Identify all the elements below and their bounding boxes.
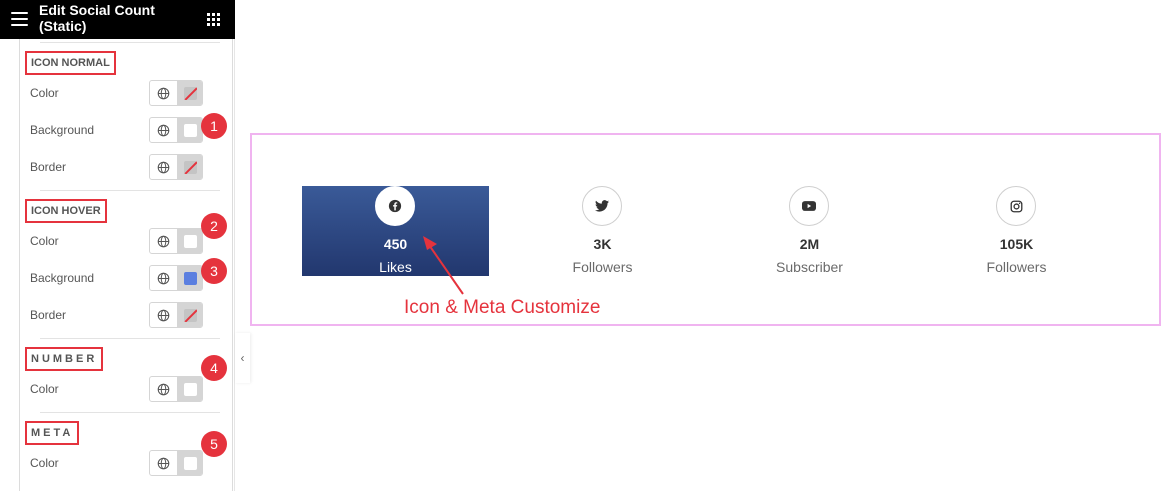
color-picker-button[interactable] — [177, 266, 202, 290]
color-picker-button[interactable] — [177, 229, 202, 253]
twitter-icon[interactable] — [582, 186, 622, 226]
section-title-icon-hover[interactable]: ICON HOVER — [25, 199, 107, 223]
step-badge: 1 — [201, 113, 227, 139]
step-badge: 5 — [201, 431, 227, 457]
hamburger-menu-icon[interactable] — [11, 12, 28, 26]
count-number: 2M — [799, 236, 820, 252]
color-picker-button[interactable] — [177, 118, 202, 142]
color-picker-button[interactable] — [177, 155, 202, 179]
instagram-icon[interactable] — [996, 186, 1036, 226]
meta-color-control[interactable] — [149, 450, 203, 476]
white-swatch — [183, 456, 197, 470]
section-title-number[interactable]: NUMBER — [25, 347, 104, 371]
color-picker-button[interactable] — [177, 451, 202, 475]
control-label: Color — [30, 234, 59, 248]
empty-swatch-icon — [183, 86, 197, 100]
section-title-icon-normal[interactable]: ICON NORMAL — [25, 51, 116, 75]
count-meta: Subscriber — [776, 259, 843, 275]
youtube-icon[interactable] — [789, 186, 829, 226]
count-meta: Followers — [986, 259, 1047, 275]
globe-icon[interactable] — [150, 118, 177, 142]
step-badge: 3 — [201, 258, 227, 284]
number-color-control[interactable] — [149, 376, 203, 402]
icon-hover-background-control[interactable] — [149, 265, 203, 291]
color-picker-button[interactable] — [177, 377, 202, 401]
step-badge: 4 — [201, 355, 227, 381]
empty-swatch-icon — [183, 308, 197, 322]
annotation-label: Icon & Meta Customize — [404, 297, 601, 318]
count-number: 105K — [999, 236, 1034, 252]
globe-icon[interactable] — [150, 266, 177, 290]
social-item-instagram[interactable]: 105K Followers — [923, 186, 1110, 276]
step-badge: 2 — [201, 213, 227, 239]
icon-normal-border-control[interactable] — [149, 154, 203, 180]
section-divider — [40, 190, 220, 191]
control-label: Border — [30, 308, 67, 322]
icon-normal-color-control[interactable] — [149, 80, 203, 106]
section-divider — [40, 42, 220, 43]
white-swatch — [183, 123, 197, 137]
sidebar-header: Edit Social Count (Static) — [0, 0, 235, 39]
social-count-widget[interactable]: 450 Likes 3K Followers 2M Subscriber 105… — [250, 133, 1161, 326]
globe-icon[interactable] — [150, 229, 177, 253]
facebook-icon[interactable] — [375, 186, 415, 226]
color-picker-button[interactable] — [177, 81, 202, 105]
color-picker-button[interactable] — [177, 303, 202, 327]
grid-apps-icon[interactable] — [207, 13, 220, 26]
white-swatch — [183, 382, 197, 396]
white-swatch — [183, 234, 197, 248]
count-meta: Followers — [572, 259, 633, 275]
panel-title: Edit Social Count (Static) — [39, 2, 155, 34]
control-label: Border — [30, 160, 67, 174]
blue-swatch — [183, 271, 197, 285]
collapse-panel-button[interactable]: ‹ — [235, 333, 250, 383]
control-label: Color — [30, 456, 59, 470]
globe-icon[interactable] — [150, 303, 177, 327]
section-divider — [40, 412, 220, 413]
control-label: Color — [30, 382, 59, 396]
icon-hover-border-control[interactable] — [149, 302, 203, 328]
control-label: Background — [30, 271, 95, 285]
control-label: Background — [30, 123, 95, 137]
count-number: 3K — [593, 236, 612, 252]
control-label: Color — [30, 86, 59, 100]
globe-icon[interactable] — [150, 451, 177, 475]
globe-icon[interactable] — [150, 377, 177, 401]
globe-icon[interactable] — [150, 155, 177, 179]
icon-hover-color-control[interactable] — [149, 228, 203, 254]
chevron-left-icon: ‹ — [240, 351, 245, 365]
section-title-meta[interactable]: META — [25, 421, 80, 445]
empty-swatch-icon — [183, 160, 197, 174]
social-item-twitter[interactable]: 3K Followers — [509, 186, 696, 276]
social-item-youtube[interactable]: 2M Subscriber — [716, 186, 903, 276]
section-divider — [40, 338, 220, 339]
icon-normal-background-control[interactable] — [149, 117, 203, 143]
globe-icon[interactable] — [150, 81, 177, 105]
annotation-arrow-icon — [423, 236, 464, 295]
